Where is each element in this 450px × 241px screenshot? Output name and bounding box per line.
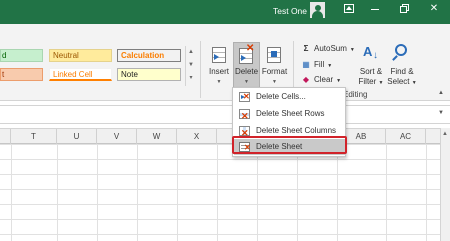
- highlight-box: [232, 136, 347, 154]
- delete-columns-icon: ✕: [239, 126, 250, 138]
- insert-label: Insert: [208, 67, 229, 76]
- grid-line: [426, 144, 427, 241]
- ribbon: d Neutral Calculation t Linked Cell Note…: [0, 24, 450, 101]
- collapse-ribbon-icon[interactable]: ▲: [438, 90, 444, 96]
- magnifier-handle-icon: [392, 55, 398, 61]
- clear-label: Clear: [314, 75, 334, 84]
- expand-formula-bar-icon[interactable]: ▼: [438, 110, 444, 116]
- chevron-down-icon: ▼: [216, 79, 222, 85]
- find-select-button[interactable]: Find & Select ▼: [386, 42, 418, 91]
- fill-label: Fill: [314, 60, 325, 69]
- menu-item-delete-sheet-rows[interactable]: ✕ Delete Sheet Rows: [234, 106, 345, 122]
- chevron-down-icon: ▼: [336, 78, 342, 84]
- column-header[interactable]: T: [11, 129, 57, 144]
- grid-line: [257, 144, 258, 241]
- sort-arrow-icon: ↓: [373, 50, 378, 61]
- format-button[interactable]: Format ▼: [261, 42, 288, 91]
- sort-filter-icon: A: [363, 44, 373, 59]
- grid-line: [337, 144, 338, 241]
- delete-button[interactable]: ✕ Delete ▼: [233, 42, 260, 91]
- cell-style-good[interactable]: d: [0, 49, 43, 62]
- column-header[interactable]: AC: [386, 129, 426, 144]
- grid-line: [97, 144, 98, 241]
- autosum-label: AutoSum: [314, 44, 347, 53]
- sort-filter-label: Sort &: [359, 67, 383, 76]
- fill-button[interactable]: ▦ Fill ▼: [301, 60, 332, 72]
- column-headers: T U V W X Y Z AA AB AC: [0, 128, 450, 144]
- grid-line: [11, 144, 12, 241]
- insert-button[interactable]: Insert ▼: [206, 42, 232, 91]
- cell-style-neutral[interactable]: Neutral: [49, 49, 112, 62]
- eraser-icon: ◆: [302, 75, 310, 84]
- cell-style-linked-cell[interactable]: Linked Cell: [49, 68, 112, 81]
- clear-button[interactable]: ◆ Clear ▼: [301, 75, 341, 87]
- find-select-label: Find &: [390, 67, 414, 76]
- vertical-scrollbar[interactable]: ▲: [440, 128, 450, 241]
- more-styles-icon[interactable]: ▾: [186, 72, 196, 85]
- chevron-down-icon: ▼: [349, 47, 355, 53]
- grid-line: [137, 144, 138, 241]
- cell-style-note[interactable]: Note: [117, 68, 181, 81]
- cell-style-calculation[interactable]: Calculation: [117, 49, 181, 62]
- grid-line: [177, 144, 178, 241]
- scroll-down-icon[interactable]: ▼: [186, 59, 196, 72]
- grid-line: [217, 144, 218, 241]
- chevron-down-icon: ▼: [272, 79, 277, 85]
- scroll-up-icon[interactable]: ▲: [442, 131, 448, 137]
- column-header[interactable]: W: [137, 129, 177, 144]
- user-name[interactable]: Test One: [273, 6, 307, 16]
- minimize-icon[interactable]: [369, 3, 381, 15]
- autosum-button[interactable]: Σ AutoSum ▼: [301, 44, 355, 56]
- column-header[interactable]: V: [97, 129, 137, 144]
- cell-style-output[interactable]: t: [0, 68, 43, 81]
- styles-gallery-scroll[interactable]: ▲ ▼ ▾: [185, 46, 196, 86]
- ribbon-display-options-icon[interactable]: [343, 3, 355, 15]
- scroll-up-icon[interactable]: ▲: [186, 46, 196, 59]
- insert-cells-icon: [212, 47, 226, 63]
- grid-line: [57, 144, 58, 241]
- editing-group-label: Editing: [343, 90, 368, 99]
- worksheet-grid[interactable]: [0, 144, 450, 241]
- grid-line: [297, 144, 298, 241]
- delete-label: Delete: [234, 67, 259, 76]
- format-cells-icon: [267, 47, 281, 63]
- chevron-down-icon: ▼: [244, 79, 249, 85]
- delete-cells-icon: ✕: [239, 92, 250, 102]
- avatar[interactable]: [310, 2, 325, 18]
- grid-line: [386, 144, 387, 241]
- magnifier-icon: [395, 44, 407, 56]
- column-header[interactable]: U: [57, 129, 97, 144]
- find-select-label-line2: Select ▼: [387, 77, 417, 86]
- menu-item-delete-cells[interactable]: ✕ Delete Cells...: [234, 89, 345, 105]
- close-icon[interactable]: ✕: [428, 3, 440, 15]
- ribbon-divider: [200, 41, 201, 98]
- delete-rows-icon: ✕: [239, 109, 250, 121]
- fill-down-icon: ▦: [302, 60, 310, 69]
- formula-bar[interactable]: ▼: [0, 105, 450, 124]
- sort-filter-label-line2: Filter ▼: [358, 77, 384, 86]
- sort-filter-button[interactable]: A ↓ Sort & Filter ▼: [356, 42, 386, 91]
- column-header[interactable]: X: [177, 129, 217, 144]
- delete-cells-icon: ✕: [239, 44, 254, 64]
- chevron-down-icon: ▼: [327, 63, 333, 69]
- restore-icon[interactable]: [399, 3, 411, 15]
- format-label: Format: [261, 67, 288, 76]
- title-bar: Test One ✕: [0, 0, 450, 24]
- sigma-icon: Σ: [303, 44, 309, 53]
- column-header[interactable]: [0, 129, 11, 144]
